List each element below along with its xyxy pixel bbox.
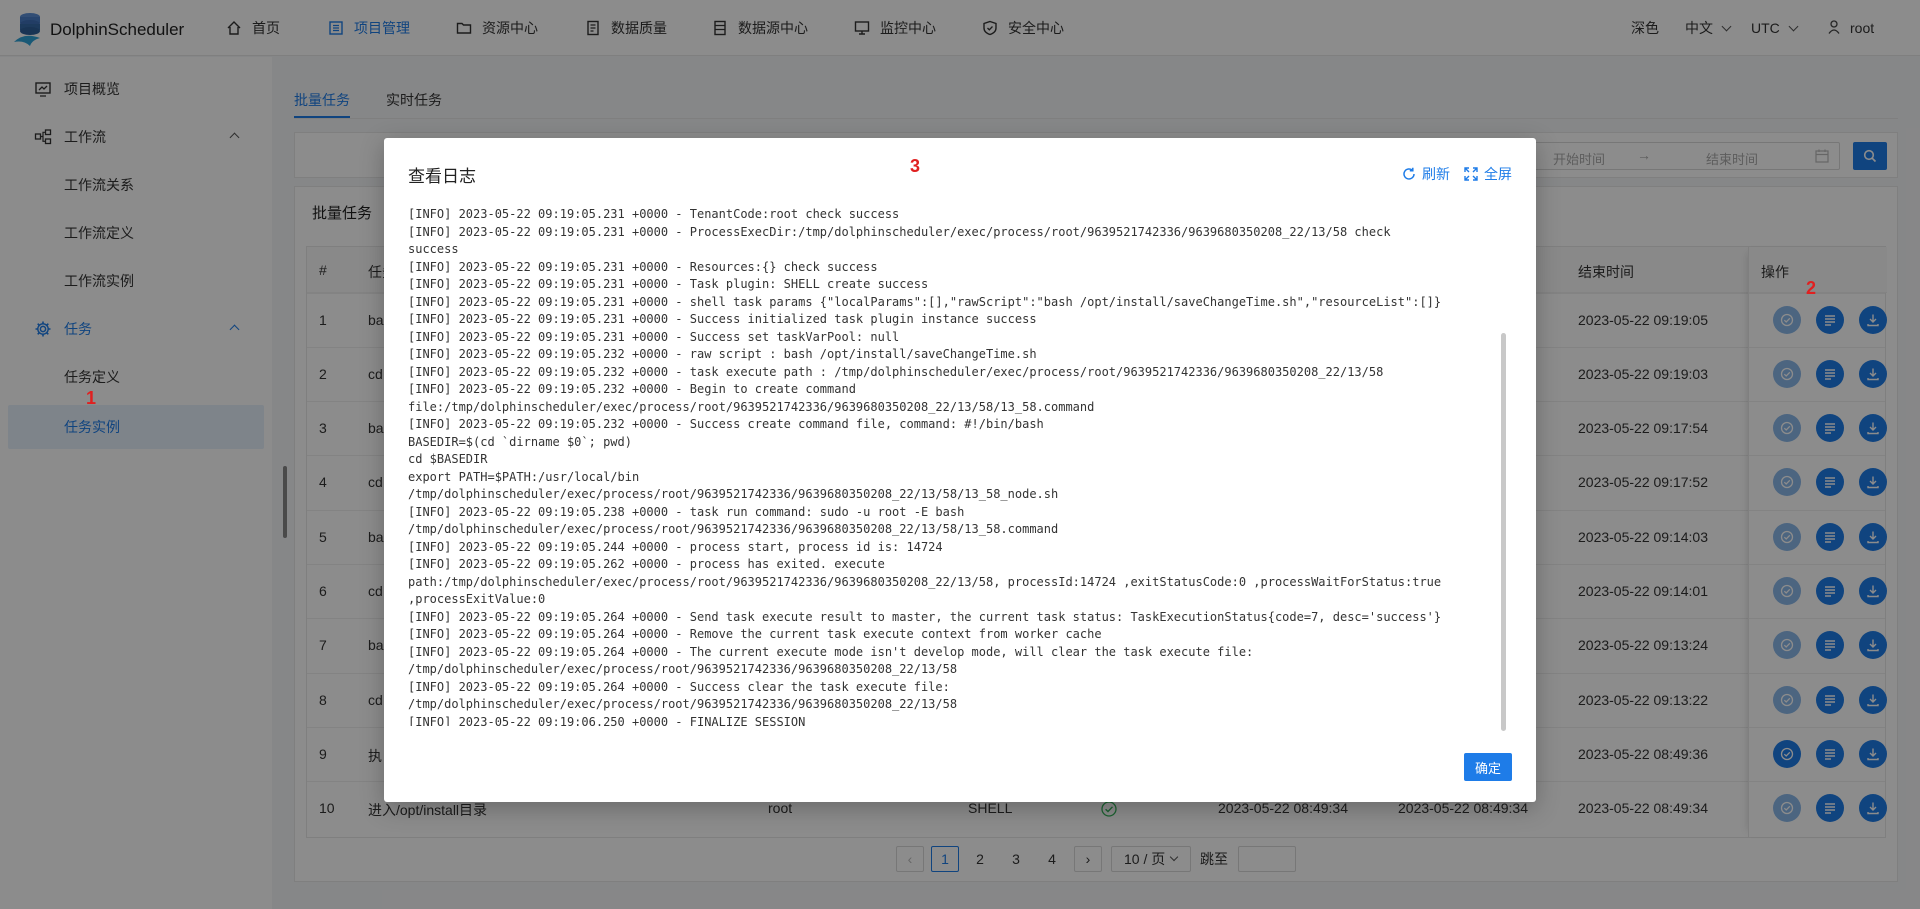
log-line: [INFO] 2023-05-22 09:19:05.231 +0000 - S…	[408, 329, 900, 344]
refresh-button[interactable]: 刷新	[1402, 164, 1450, 184]
log-line: file:/tmp/dolphinscheduler/exec/process/…	[408, 399, 1095, 414]
log-line: [INFO] 2023-05-22 09:19:05.232 +0000 - r…	[408, 347, 1037, 361]
log-line: /tmp/dolphinscheduler/exec/process/root/…	[408, 697, 958, 711]
view-log-dialog: 查看日志 刷新 全屏 [INFO] 2023-05-22 09:19:05.23…	[384, 138, 1536, 802]
log-line: [INFO] 2023-05-22 09:19:05.232 +0000 - B…	[408, 382, 856, 396]
log-line: [INFO] 2023-05-22 09:19:05.238 +0000 - t…	[408, 504, 965, 519]
log-line: export PATH=$PATH:/usr/local/bin	[408, 469, 640, 484]
annotation-marker-2: 2	[1806, 278, 1817, 298]
refresh-label: 刷新	[1422, 166, 1450, 182]
log-line: [INFO] 2023-05-22 09:19:05.231 +0000 - S…	[408, 312, 1037, 326]
fullscreen-icon	[1464, 167, 1478, 181]
log-line: /tmp/dolphinscheduler/exec/process/root/…	[408, 662, 958, 676]
log-line: [INFO] 2023-05-22 09:19:05.232 +0000 - S…	[408, 417, 1044, 431]
log-line: [INFO] 2023-05-22 09:19:05.231 +0000 - T…	[408, 207, 900, 221]
dialog-title: 查看日志	[408, 167, 476, 186]
annotation-marker-3: 3	[910, 156, 921, 176]
fullscreen-button[interactable]: 全屏	[1464, 164, 1512, 184]
log-line: [INFO] 2023-05-22 09:19:05.264 +0000 - R…	[408, 627, 1102, 641]
log-line: [INFO] 2023-05-22 09:19:06.250 +0000 - F…	[408, 714, 806, 727]
log-line: ,processExitValue:0	[408, 592, 546, 606]
refresh-icon	[1403, 167, 1415, 180]
dialog-actions: 刷新 全屏	[1388, 164, 1512, 184]
log-line: [INFO] 2023-05-22 09:19:05.232 +0000 - t…	[408, 364, 1384, 379]
log-line: [INFO] 2023-05-22 09:19:05.244 +0000 - p…	[408, 539, 943, 554]
log-line: /tmp/dolphinscheduler/exec/process/root/…	[408, 487, 1059, 501]
log-line: path:/tmp/dolphinscheduler/exec/process/…	[408, 574, 1442, 589]
log-line: success	[408, 242, 459, 256]
confirm-button[interactable]: 确定	[1464, 753, 1512, 781]
log-line: [INFO] 2023-05-22 09:19:05.231 +0000 - s…	[408, 294, 1442, 309]
log-line: [INFO] 2023-05-22 09:19:05.264 +0000 - T…	[408, 644, 1254, 659]
log-line: cd $BASEDIR	[408, 452, 488, 466]
log-line: BASEDIR=$(cd `dirname $0`; pwd)	[408, 434, 632, 449]
log-text: [INFO] 2023-05-22 09:19:05.231 +0000 - T…	[408, 206, 1512, 726]
fullscreen-label: 全屏	[1484, 166, 1512, 182]
log-line: [INFO] 2023-05-22 09:19:05.264 +0000 - S…	[408, 609, 1442, 624]
log-line: [INFO] 2023-05-22 09:19:05.231 +0000 - R…	[408, 259, 878, 274]
log-scrollbar[interactable]	[1501, 333, 1506, 731]
annotation-marker-1: 1	[86, 388, 97, 408]
log-line: [INFO] 2023-05-22 09:19:05.231 +0000 - T…	[408, 277, 929, 291]
log-line: [INFO] 2023-05-22 09:19:05.231 +0000 - P…	[408, 224, 1391, 239]
log-line: [INFO] 2023-05-22 09:19:05.262 +0000 - p…	[408, 557, 885, 571]
log-line: /tmp/dolphinscheduler/exec/process/root/…	[408, 522, 1059, 536]
log-content[interactable]: [INFO] 2023-05-22 09:19:05.231 +0000 - T…	[408, 206, 1512, 726]
log-line: [INFO] 2023-05-22 09:19:05.264 +0000 - S…	[408, 679, 950, 694]
